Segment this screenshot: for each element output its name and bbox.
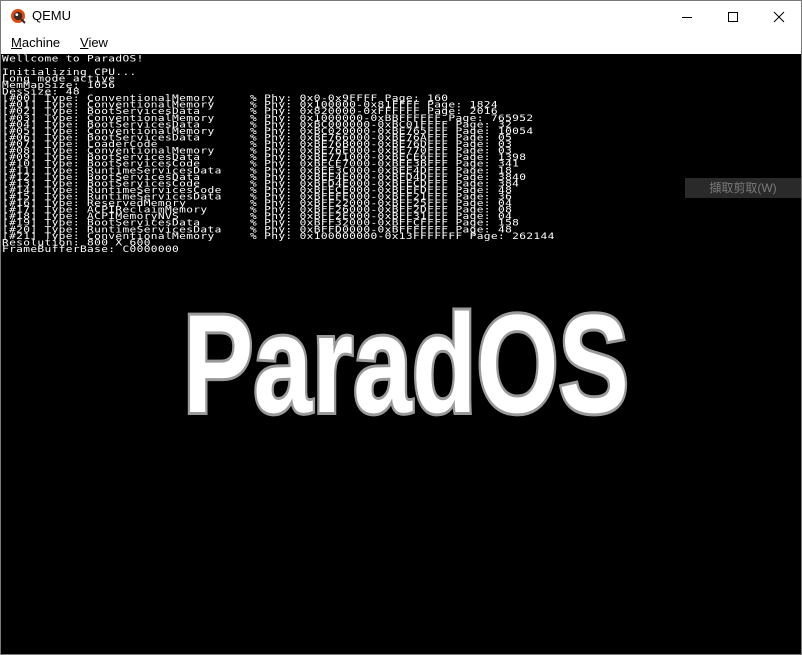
window-title: QEMU — [32, 8, 71, 23]
console-output: Wellcome to ParadOS! Initializing CPU... L… — [2, 54, 555, 255]
menu-view[interactable]: View — [80, 35, 108, 50]
menu-bar: Machine View — [1, 32, 801, 54]
console-line: FrameBufferBase: C0000000 — [2, 243, 180, 255]
menu-machine-accel: M — [11, 35, 22, 50]
parados-logo-text: ParadOS — [183, 285, 629, 424]
close-button[interactable] — [756, 1, 801, 32]
vm-display[interactable]: Wellcome to ParadOS! Initializing CPU... L… — [1, 54, 801, 654]
menu-view-label: iew — [88, 35, 108, 50]
parados-logo: ParadOS — [180, 282, 632, 424]
close-icon — [773, 11, 785, 22]
menu-machine[interactable]: Machine — [11, 35, 60, 50]
maximize-icon — [728, 11, 738, 22]
maximize-button[interactable] — [710, 1, 756, 32]
title-bar[interactable]: QEMU — [1, 1, 801, 32]
minimize-button[interactable] — [664, 1, 710, 32]
qemu-window: QEMU Machine View Wellcome to ParadOS! In… — [0, 0, 802, 655]
minimize-icon — [682, 16, 692, 18]
qemu-app-icon — [10, 8, 26, 24]
menu-machine-label: achine — [21, 35, 61, 50]
ime-hint-tooltip: 擷取剪取(W) — [685, 178, 801, 198]
